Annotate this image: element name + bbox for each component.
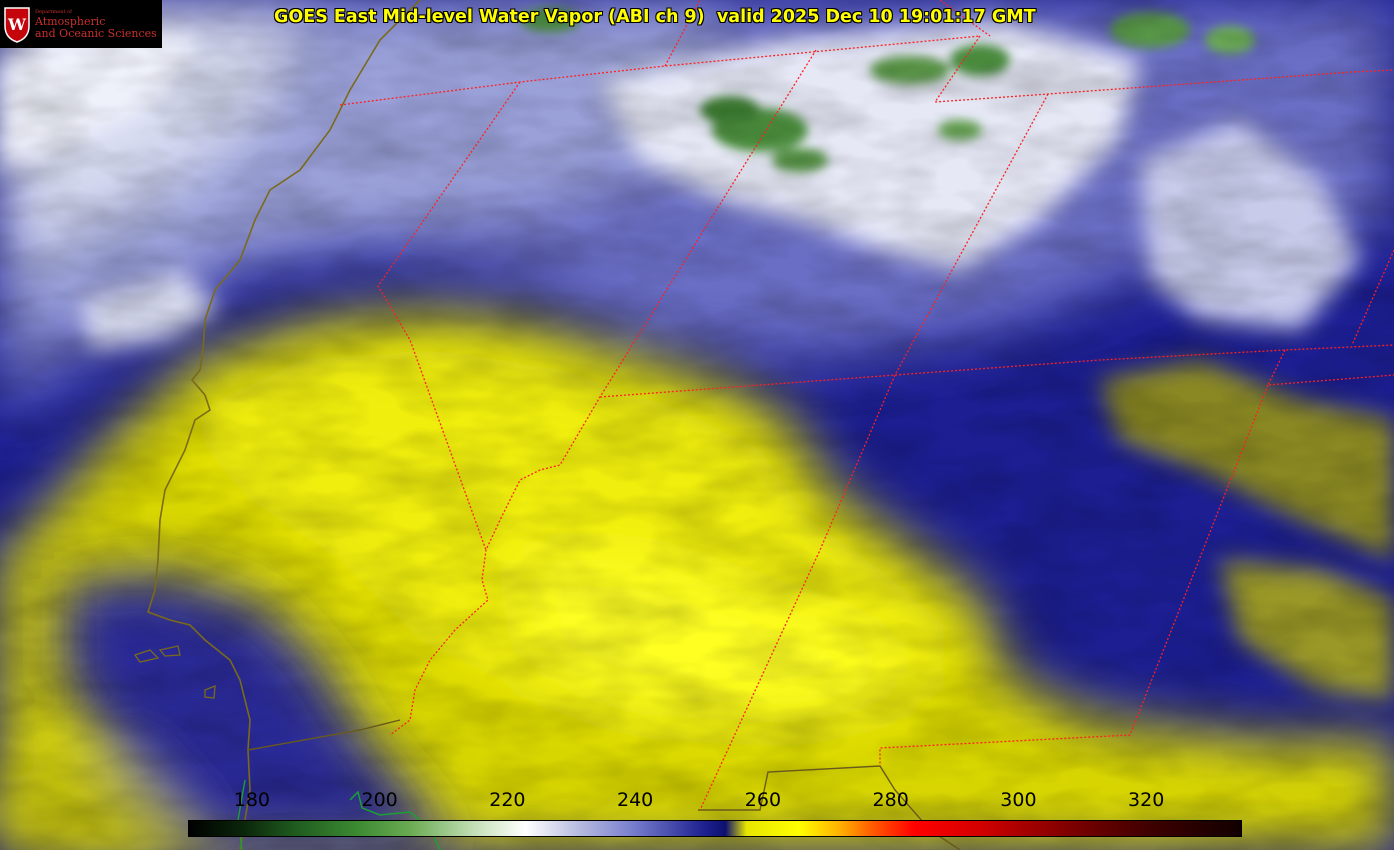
- colorbar-tick-label: 180: [233, 789, 271, 811]
- image-texture: [0, 0, 1394, 850]
- colorbar-tick-label: 320: [1128, 789, 1165, 811]
- logo-name-line2: and Oceanic Sciences: [35, 27, 157, 40]
- colorbar-tick-label: 240: [617, 789, 654, 811]
- colorbar-tick-label: 220: [489, 789, 526, 811]
- university-logo: W Department of Atmospheric and Oceanic …: [0, 0, 162, 48]
- image-title: GOES East Mid-level Water Vapor (ABI ch …: [274, 7, 1036, 27]
- colorbar-tick-label: 300: [1000, 789, 1037, 811]
- crest-icon: W: [4, 7, 30, 43]
- temperature-colorbar: [188, 820, 1242, 837]
- crest-letter: W: [7, 15, 27, 34]
- water-vapor-map: [0, 0, 1394, 850]
- colorbar-tick-label: 280: [872, 789, 909, 811]
- colorbar-tick-label: 200: [361, 789, 398, 811]
- colorbar-tick-label: 260: [744, 789, 782, 811]
